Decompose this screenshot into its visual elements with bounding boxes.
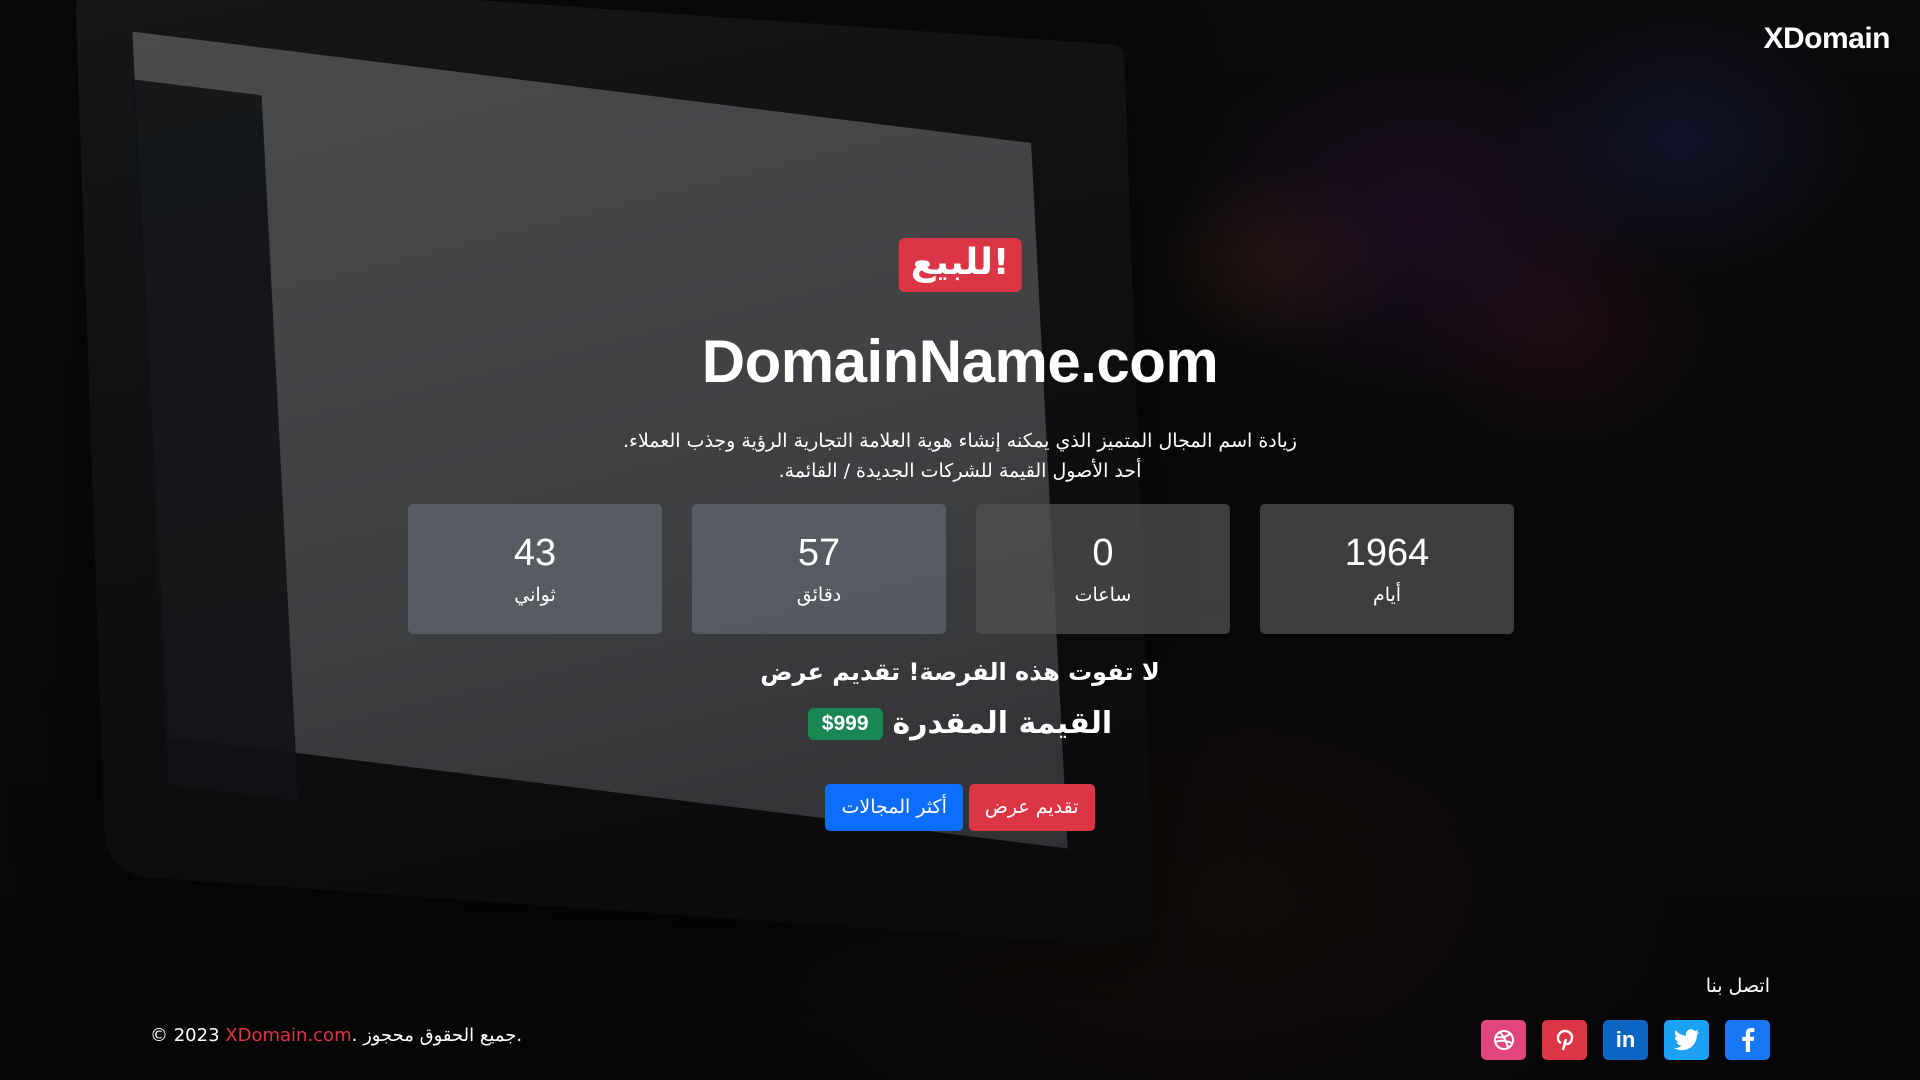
call-to-action-text: لا تفوت هذه الفرصة! تقديم عرض bbox=[760, 658, 1160, 686]
for-sale-badge: للبيع! bbox=[898, 238, 1022, 292]
social-links: in bbox=[1481, 1020, 1770, 1060]
domain-description: زيادة اسم المجال المتميز الذي يمكنه إنشا… bbox=[0, 426, 1920, 486]
countdown-hours: 0 ساعات bbox=[976, 504, 1230, 634]
more-domains-button[interactable]: أكثر المجالات bbox=[825, 784, 963, 831]
contact-us-label: اتصل بنا bbox=[1705, 975, 1770, 997]
copyright-brand-link[interactable]: XDomain.com bbox=[225, 1025, 351, 1046]
description-line: أحد الأصول القيمة للشركات الجديدة / القا… bbox=[778, 460, 1142, 482]
make-offer-button[interactable]: تقديم عرض bbox=[968, 784, 1095, 831]
countdown-value: 57 bbox=[797, 532, 841, 574]
copyright-suffix: . جميع الحقوق محجوز. bbox=[351, 1025, 523, 1046]
description-line: زيادة اسم المجال المتميز الذي يمكنه إنشا… bbox=[623, 430, 1297, 452]
countdown-seconds: 43 ثواني bbox=[408, 504, 662, 634]
copyright-notice: © 2023 XDomain.com. جميع الحقوق محجوز. bbox=[150, 1022, 522, 1050]
domain-title: DomainName.com bbox=[701, 328, 1219, 395]
countdown-label: ساعات bbox=[1074, 584, 1132, 606]
countdown-value: 43 bbox=[513, 532, 557, 574]
countdown-value: 1964 bbox=[1344, 532, 1430, 574]
countdown-label: دقائق bbox=[796, 584, 842, 606]
dribbble-icon[interactable] bbox=[1481, 1020, 1526, 1060]
main-content: للبيع! DomainName.com زيادة اسم المجال ا… bbox=[0, 0, 1920, 1080]
estimated-value: القيمة المقدرة $999 bbox=[0, 702, 1920, 746]
countdown-label: أيام bbox=[1372, 584, 1402, 606]
countdown-label: ثواني bbox=[514, 584, 556, 606]
twitter-icon[interactable] bbox=[1664, 1020, 1709, 1060]
action-buttons: تقديم عرض أكثر المجالات bbox=[0, 784, 1920, 831]
pinterest-icon[interactable] bbox=[1542, 1020, 1587, 1060]
countdown-timer: 43 ثواني 57 دقائق 0 ساعات 1964 أيام bbox=[408, 504, 1514, 634]
estimated-value-label: القيمة المقدرة bbox=[892, 706, 1113, 741]
countdown-days: 1964 أيام bbox=[1260, 504, 1514, 634]
countdown-minutes: 57 دقائق bbox=[692, 504, 946, 634]
linkedin-icon[interactable]: in bbox=[1603, 1020, 1648, 1060]
price-badge: $999 bbox=[807, 708, 883, 740]
countdown-value: 0 bbox=[1092, 532, 1114, 574]
copyright-prefix: © 2023 bbox=[150, 1025, 226, 1046]
facebook-icon[interactable] bbox=[1725, 1020, 1770, 1060]
